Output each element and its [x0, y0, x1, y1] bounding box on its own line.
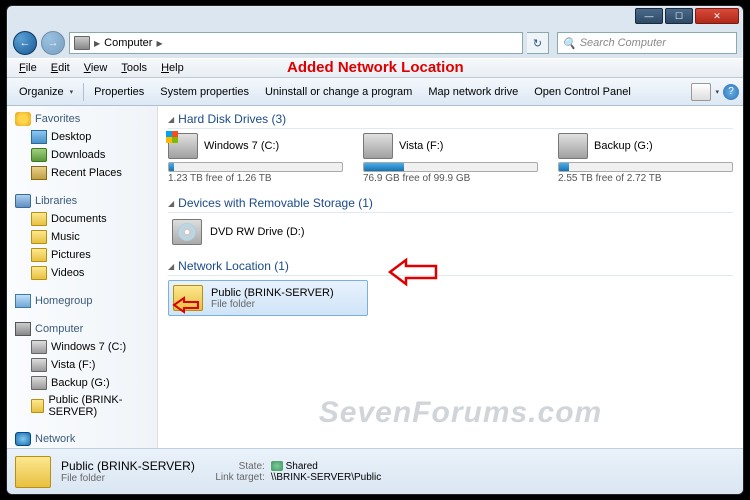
- sidebar-libraries[interactable]: Libraries: [7, 192, 157, 210]
- menu-view[interactable]: View: [78, 60, 114, 76]
- annotation-text: Added Network Location: [287, 59, 464, 76]
- chevron-right-icon: ▶: [156, 39, 162, 48]
- computer-icon: [15, 322, 31, 336]
- watermark: SevenForums.com: [168, 396, 744, 430]
- sidebar-item-network-location[interactable]: Public (BRINK-SERVER): [7, 392, 157, 420]
- shared-icon: [271, 461, 283, 471]
- sidebar-item-music[interactable]: Music: [7, 228, 157, 246]
- maximize-button[interactable]: ☐: [665, 8, 693, 24]
- map-drive-button[interactable]: Map network drive: [420, 82, 526, 102]
- downloads-icon: [31, 148, 47, 162]
- forward-button[interactable]: →: [41, 31, 65, 55]
- minimize-button[interactable]: —: [635, 8, 663, 24]
- library-icon: [15, 194, 31, 208]
- drive-item[interactable]: Backup (G:) 2.55 TB free of 2.72 TB: [558, 133, 733, 184]
- star-icon: [15, 112, 31, 126]
- sidebar-item-videos[interactable]: Videos: [7, 264, 157, 282]
- search-input[interactable]: 🔍 Search Computer: [557, 32, 737, 54]
- search-placeholder: Search Computer: [580, 37, 666, 49]
- sidebar-homegroup[interactable]: Homegroup: [7, 292, 157, 310]
- drive-icon: [168, 133, 198, 159]
- section-removable[interactable]: ◢Devices with Removable Storage (1): [168, 196, 733, 213]
- details-type: File folder: [61, 473, 195, 484]
- close-button[interactable]: ✕: [695, 8, 739, 24]
- folder-icon: [31, 266, 47, 280]
- view-options-button[interactable]: [691, 83, 711, 101]
- sidebar-item-downloads[interactable]: Downloads: [7, 146, 157, 164]
- sidebar-item-drive-f[interactable]: Vista (F:): [7, 356, 157, 374]
- navigation-pane: Favorites Desktop Downloads Recent Place…: [7, 106, 158, 448]
- folder-icon: [31, 212, 47, 226]
- sidebar-favorites[interactable]: Favorites: [7, 110, 157, 128]
- explorer-window: — ☐ ✕ ← → ▶ Computer ▶ ↻ 🔍 Search Comput…: [6, 5, 744, 495]
- refresh-button[interactable]: ↻: [527, 32, 549, 54]
- desktop-icon: [31, 130, 47, 144]
- menu-bar: File Edit View Tools Help Added Network …: [7, 58, 743, 78]
- drive-icon: [31, 340, 47, 354]
- drive-icon: [363, 133, 393, 159]
- menu-edit[interactable]: Edit: [45, 60, 76, 76]
- folder-icon: [31, 230, 47, 244]
- breadcrumb-root[interactable]: Computer: [104, 37, 152, 49]
- drive-item[interactable]: Windows 7 (C:) 1.23 TB free of 1.26 TB: [168, 133, 343, 184]
- organize-button[interactable]: Organize: [11, 82, 81, 102]
- toolbar: Organize Properties System properties Un…: [7, 78, 743, 106]
- menu-file[interactable]: File: [13, 60, 43, 76]
- back-button[interactable]: ←: [13, 31, 37, 55]
- sidebar-item-recent[interactable]: Recent Places: [7, 164, 157, 182]
- properties-button[interactable]: Properties: [86, 82, 152, 102]
- section-hdd[interactable]: ◢Hard Disk Drives (3): [168, 112, 733, 129]
- details-name: Public (BRINK-SERVER): [61, 459, 195, 473]
- control-panel-button[interactable]: Open Control Panel: [526, 82, 639, 102]
- system-properties-button[interactable]: System properties: [152, 82, 257, 102]
- annotation-arrow: [388, 256, 438, 291]
- folder-icon: [31, 399, 44, 413]
- dvd-icon: [172, 219, 202, 245]
- menu-tools[interactable]: Tools: [115, 60, 153, 76]
- sidebar-item-drive-g[interactable]: Backup (G:): [7, 374, 157, 392]
- sidebar-item-documents[interactable]: Documents: [7, 210, 157, 228]
- dvd-drive-item[interactable]: DVD RW Drive (D:): [168, 217, 733, 247]
- address-bar[interactable]: ▶ Computer ▶: [69, 32, 523, 54]
- drive-item[interactable]: Vista (F:) 76.9 GB free of 99.9 GB: [363, 133, 538, 184]
- content-pane: ◢Hard Disk Drives (3) Windows 7 (C:) 1.2…: [158, 106, 743, 448]
- computer-icon: [74, 36, 90, 50]
- drive-icon: [558, 133, 588, 159]
- homegroup-icon: [15, 294, 31, 308]
- sidebar-computer[interactable]: Computer: [7, 320, 157, 338]
- uninstall-button[interactable]: Uninstall or change a program: [257, 82, 420, 102]
- menu-help[interactable]: Help: [155, 60, 190, 76]
- chevron-right-icon: ▶: [94, 39, 100, 48]
- annotation-arrow: [172, 296, 200, 319]
- folder-icon: [15, 456, 51, 488]
- sidebar-item-drive-c[interactable]: Windows 7 (C:): [7, 338, 157, 356]
- drive-icon: [31, 358, 47, 372]
- nav-bar: ← → ▶ Computer ▶ ↻ 🔍 Search Computer: [7, 28, 743, 58]
- sidebar-item-desktop[interactable]: Desktop: [7, 128, 157, 146]
- sidebar-item-pictures[interactable]: Pictures: [7, 246, 157, 264]
- titlebar: — ☐ ✕: [7, 6, 743, 28]
- help-icon[interactable]: ?: [723, 84, 739, 100]
- search-icon: 🔍: [562, 37, 576, 50]
- folder-icon: [31, 248, 47, 262]
- network-icon: [15, 432, 31, 446]
- details-pane: Public (BRINK-SERVER) File folder State:…: [7, 448, 743, 494]
- sidebar-network[interactable]: Network: [7, 430, 157, 448]
- recent-icon: [31, 166, 47, 180]
- drive-icon: [31, 376, 47, 390]
- section-network-location[interactable]: ◢Network Location (1): [168, 259, 733, 276]
